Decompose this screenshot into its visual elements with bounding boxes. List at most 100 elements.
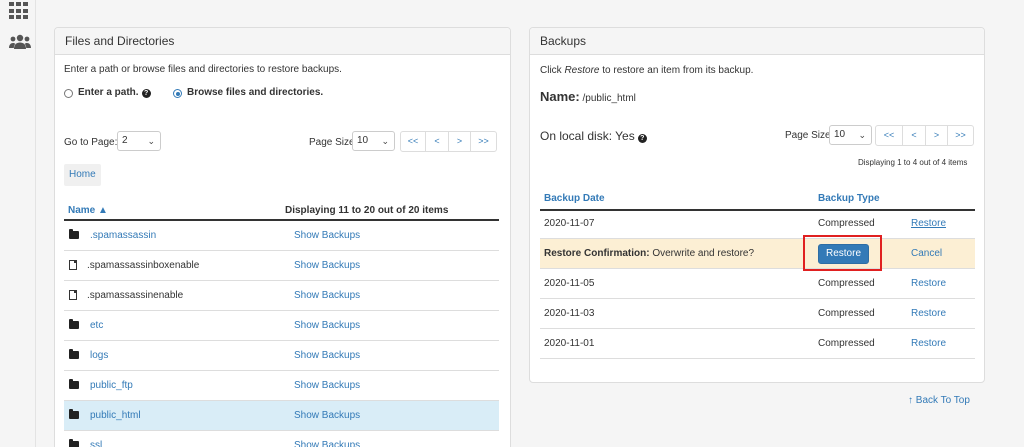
backup-date: 2020-11-07: [544, 218, 595, 229]
file-row: public_ftp Show Backups: [64, 371, 499, 401]
file-row: ssl Show Backups: [64, 431, 499, 447]
show-backups-link[interactable]: Show Backups: [294, 440, 360, 447]
backups-page-size-value: 10: [834, 129, 846, 140]
pager-prev[interactable]: <: [902, 125, 926, 146]
backup-date: 2020-11-05: [544, 278, 595, 289]
folder-name-link[interactable]: public_html: [90, 410, 141, 421]
file-row: logs Show Backups: [64, 341, 499, 371]
intro-restore-emphasis: Restore: [564, 65, 600, 76]
pager-last[interactable]: >>: [947, 125, 974, 146]
backup-row: 2020-11-03 Compressed Restore: [540, 299, 975, 329]
backup-item-name: Name: /public_html: [540, 89, 636, 104]
backup-type: Compressed: [818, 218, 875, 229]
pager-last[interactable]: >>: [470, 131, 497, 152]
browse-files-radio[interactable]: [173, 89, 182, 98]
folder-icon: [69, 229, 79, 239]
goto-page-label: Go to Page:: [64, 137, 118, 148]
backups-intro-text: Click Restore to restore an item from it…: [540, 65, 753, 76]
folder-icon: [69, 319, 79, 329]
file-row: .spamassassin Show Backups: [64, 221, 499, 251]
files-intro-text: Enter a path or browse files and directo…: [64, 64, 342, 75]
backup-type: Compressed: [818, 278, 875, 289]
show-backups-link[interactable]: Show Backups: [294, 230, 360, 241]
confirm-restore-button[interactable]: Restore: [818, 244, 869, 264]
backup-type: Compressed: [818, 338, 875, 349]
backups-table-header: Backup Date Backup Type: [540, 191, 975, 211]
folder-name-link[interactable]: etc: [90, 320, 103, 331]
chevron-down-icon: ⌄: [381, 136, 389, 146]
pager-next[interactable]: >: [448, 131, 471, 152]
backup-row: 2020-11-01 Compressed Restore: [540, 329, 975, 359]
restore-link[interactable]: Restore: [911, 278, 946, 289]
intro-suffix: to restore an item from its backup.: [599, 65, 754, 76]
restore-link[interactable]: Restore: [911, 338, 946, 349]
folder-icon: [69, 439, 79, 447]
files-pager: << < > >>: [400, 131, 497, 152]
backup-type: Compressed: [818, 308, 875, 319]
goto-page-select[interactable]: 2 ⌄: [117, 131, 161, 151]
backups-pager: << < > >>: [875, 125, 974, 146]
chevron-down-icon: ⌄: [858, 130, 866, 140]
local-disk-status: On local disk: Yes?: [540, 129, 647, 143]
enter-path-radio[interactable]: [64, 89, 73, 98]
file-row: .spamassassinenable Show Backups: [64, 281, 499, 311]
folder-name-link[interactable]: .spamassassin: [90, 230, 156, 241]
backup-date-header[interactable]: Backup Date: [544, 193, 605, 204]
file-name: .spamassassinenable: [87, 290, 184, 301]
backups-page-size-select[interactable]: 10 ⌄: [829, 125, 872, 145]
folder-name-link[interactable]: public_ftp: [90, 380, 133, 391]
backups-panel: Backups Click Restore to restore an item…: [529, 27, 985, 383]
files-directories-panel: Files and Directories Enter a path or br…: [54, 27, 511, 447]
name-value: /public_html: [582, 93, 636, 104]
enter-path-option[interactable]: Enter a path.?: [78, 87, 151, 98]
restore-link[interactable]: Restore: [911, 308, 946, 319]
pager-first[interactable]: <<: [875, 125, 903, 146]
users-icon[interactable]: [9, 34, 31, 52]
left-sidebar: [0, 0, 36, 447]
show-backups-link[interactable]: Show Backups: [294, 260, 360, 271]
page-size-label: Page Size: [309, 137, 355, 148]
file-row: public_html Show Backups: [64, 401, 499, 431]
confirm-question: Overwrite and restore?: [649, 248, 755, 259]
file-icon: [69, 290, 77, 301]
cancel-link[interactable]: Cancel: [911, 248, 942, 259]
name-label: Name:: [540, 89, 580, 104]
files-table-header: Name ▲ Displaying 11 to 20 out of 20 ite…: [64, 202, 499, 221]
goto-page-value: 2: [122, 135, 128, 146]
folder-icon: [69, 379, 79, 389]
browse-files-label[interactable]: Browse files and directories.: [187, 87, 323, 98]
folder-name-link[interactable]: logs: [90, 350, 108, 361]
local-disk-text: On local disk: Yes: [540, 129, 635, 143]
backup-row: 2020-11-07 Compressed Restore: [540, 209, 975, 239]
pager-next[interactable]: >: [925, 125, 948, 146]
folder-name-link[interactable]: ssl: [90, 440, 102, 447]
files-panel-title: Files and Directories: [55, 28, 510, 55]
pager-prev[interactable]: <: [425, 131, 449, 152]
back-to-top-label: Back To Top: [915, 395, 970, 406]
help-icon[interactable]: ?: [637, 134, 647, 143]
restore-confirmation-row: Restore Confirmation: Overwrite and rest…: [540, 235, 975, 271]
page-size-select[interactable]: 10 ⌄: [352, 131, 395, 151]
backups-panel-title: Backups: [530, 28, 984, 55]
intro-prefix: Click: [540, 65, 565, 76]
backup-type-header[interactable]: Backup Type: [818, 193, 880, 204]
file-row: etc Show Backups: [64, 311, 499, 341]
show-backups-link[interactable]: Show Backups: [294, 410, 360, 421]
folder-icon: [69, 409, 79, 419]
file-row: .spamassassinboxenable Show Backups: [64, 251, 499, 281]
help-icon[interactable]: ?: [141, 89, 151, 98]
chevron-down-icon: ⌄: [147, 136, 155, 146]
pager-first[interactable]: <<: [400, 131, 426, 152]
show-backups-link[interactable]: Show Backups: [294, 320, 360, 331]
name-column-header[interactable]: Name ▲: [68, 205, 108, 216]
apps-grid-icon[interactable]: [9, 2, 29, 20]
breadcrumb-home[interactable]: Home: [64, 164, 101, 186]
show-backups-link[interactable]: Show Backups: [294, 350, 360, 361]
show-backups-link[interactable]: Show Backups: [294, 380, 360, 391]
back-to-top-link[interactable]: ↑ Back To Top: [908, 395, 970, 406]
restore-link[interactable]: Restore: [911, 218, 946, 229]
backup-date: 2020-11-01: [544, 338, 595, 349]
show-backups-link[interactable]: Show Backups: [294, 290, 360, 301]
confirm-bold: Restore Confirmation:: [544, 248, 650, 259]
backups-display-info: Displaying 1 to 4 out of 4 items: [858, 158, 968, 167]
